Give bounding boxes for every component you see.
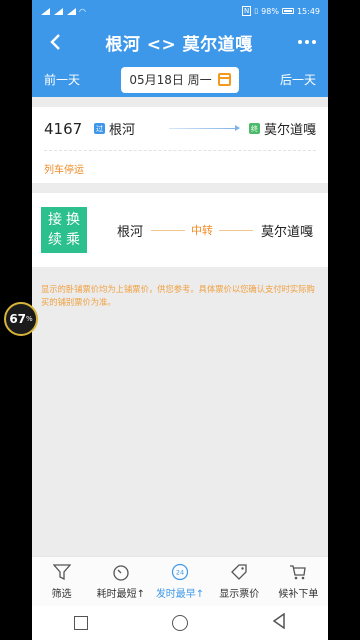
- more-dot-icon: [311, 40, 316, 44]
- battery-percent: 98%: [261, 6, 279, 16]
- bottom-tab-bar: 筛选 耗时最短↑ 24 发时最早↑ 显示票价 候补下单: [32, 556, 328, 606]
- tab-earliest-departure-label: 发时最早↑: [155, 589, 205, 600]
- wifi-icon: ◠: [79, 6, 86, 16]
- tab-waitlist-order[interactable]: 候补下单: [269, 557, 328, 606]
- transfer-card[interactable]: 接换 续乘 根河 中转 莫尔道嘎: [32, 193, 328, 267]
- progress-value: 67: [9, 312, 27, 326]
- tab-filter[interactable]: 筛选: [32, 557, 91, 606]
- price-tag-icon: [229, 563, 249, 581]
- date-picker[interactable]: 05月18日 周一: [121, 66, 239, 93]
- arrival-station: 终 莫尔道嘎: [248, 119, 316, 138]
- signal-icon: [66, 7, 76, 15]
- transfer-from-station: 根河: [117, 224, 144, 240]
- transfer-via-label: 中转: [191, 224, 213, 237]
- departure-station: 过 根河: [94, 119, 135, 138]
- selected-date: 05月18日 周一: [129, 73, 212, 87]
- transfer-via: 中转: [151, 222, 253, 238]
- tab-show-price-label: 显示票价: [219, 589, 260, 600]
- signal-icon: [40, 7, 50, 15]
- title-bar: 根河 <> 莫尔道嘎: [32, 22, 328, 62]
- route-arrow: [169, 125, 240, 131]
- recent-apps-button[interactable]: [74, 616, 88, 630]
- tab-filter-label: 筛选: [51, 589, 72, 600]
- back-nav-button[interactable]: [272, 612, 286, 633]
- battery-icon: [281, 8, 294, 14]
- cart-icon: [288, 563, 308, 581]
- status-left: ◠: [40, 7, 86, 16]
- more-dot-icon: [304, 40, 309, 44]
- back-arrow-icon: [50, 34, 60, 50]
- train-number: 4167: [44, 119, 83, 138]
- home-button[interactable]: [172, 615, 188, 631]
- departure-station-name: 根河: [109, 123, 136, 138]
- triangle-back-icon: [272, 612, 285, 630]
- page-title: 根河 <> 莫尔道嘎: [105, 34, 253, 55]
- clock: 15:49: [296, 6, 320, 16]
- route-line: [219, 229, 253, 231]
- tab-shortest-duration-label: 耗时最短↑: [96, 589, 145, 600]
- app-screen: ◠ N ▯ 98% 15:49 根河 <> 莫尔道嘎 前一天 05月18日 周一…: [32, 0, 328, 640]
- pass-through-badge: 过: [94, 123, 105, 134]
- vibrate-icon: ▯: [254, 7, 259, 15]
- transfer-tag: 接换 续乘: [41, 207, 87, 253]
- arrival-station-name: 莫尔道嘎: [263, 123, 316, 138]
- floating-progress-badge[interactable]: 67%: [4, 302, 38, 336]
- progress-unit: %: [26, 315, 33, 323]
- train-card[interactable]: 4167 过 根河 终 莫尔道嘎 列车停运: [32, 107, 328, 183]
- clock-24-icon: 24: [170, 563, 190, 581]
- calendar-icon: [217, 73, 231, 86]
- next-day-button[interactable]: 后一天: [280, 71, 316, 88]
- svg-text:24: 24: [176, 569, 184, 577]
- tab-waitlist-order-label: 候补下单: [278, 589, 319, 600]
- prev-day-button[interactable]: 前一天: [44, 71, 80, 88]
- train-row: 4167 过 根河 终 莫尔道嘎: [44, 107, 316, 151]
- train-status: 列车停运: [44, 165, 84, 176]
- more-menu-button[interactable]: [292, 31, 316, 53]
- status-right: N ▯ 98% 15:49: [242, 6, 320, 16]
- back-button[interactable]: [44, 31, 66, 53]
- transfer-route: 根河 中转 莫尔道嘎: [117, 221, 319, 240]
- status-bar: ◠ N ▯ 98% 15:49: [32, 0, 328, 22]
- transfer-to-station: 莫尔道嘎: [260, 224, 313, 240]
- date-bar: 前一天 05月18日 周一 后一天: [32, 62, 328, 97]
- price-notice: 显示的卧铺票价均为上铺票价，供您参考。具体票价以您确认支付时实际购买的铺别票价为…: [41, 284, 315, 307]
- terminal-badge: 终: [248, 123, 260, 134]
- nfc-icon: N: [242, 6, 252, 16]
- signal-icon: [53, 7, 63, 15]
- tab-earliest-departure[interactable]: 24 发时最早↑: [150, 557, 209, 606]
- tab-shortest-duration[interactable]: 耗时最短↑: [91, 557, 150, 606]
- tab-show-price[interactable]: 显示票价: [210, 557, 269, 606]
- system-nav-bar: [32, 606, 328, 640]
- transfer-tag-line1: 接换: [48, 212, 84, 228]
- more-dot-icon: [297, 40, 302, 44]
- route-line: [151, 229, 185, 231]
- filter-icon: [52, 563, 72, 581]
- timer-icon: [111, 563, 131, 581]
- transfer-tag-line2: 续乘: [48, 232, 84, 248]
